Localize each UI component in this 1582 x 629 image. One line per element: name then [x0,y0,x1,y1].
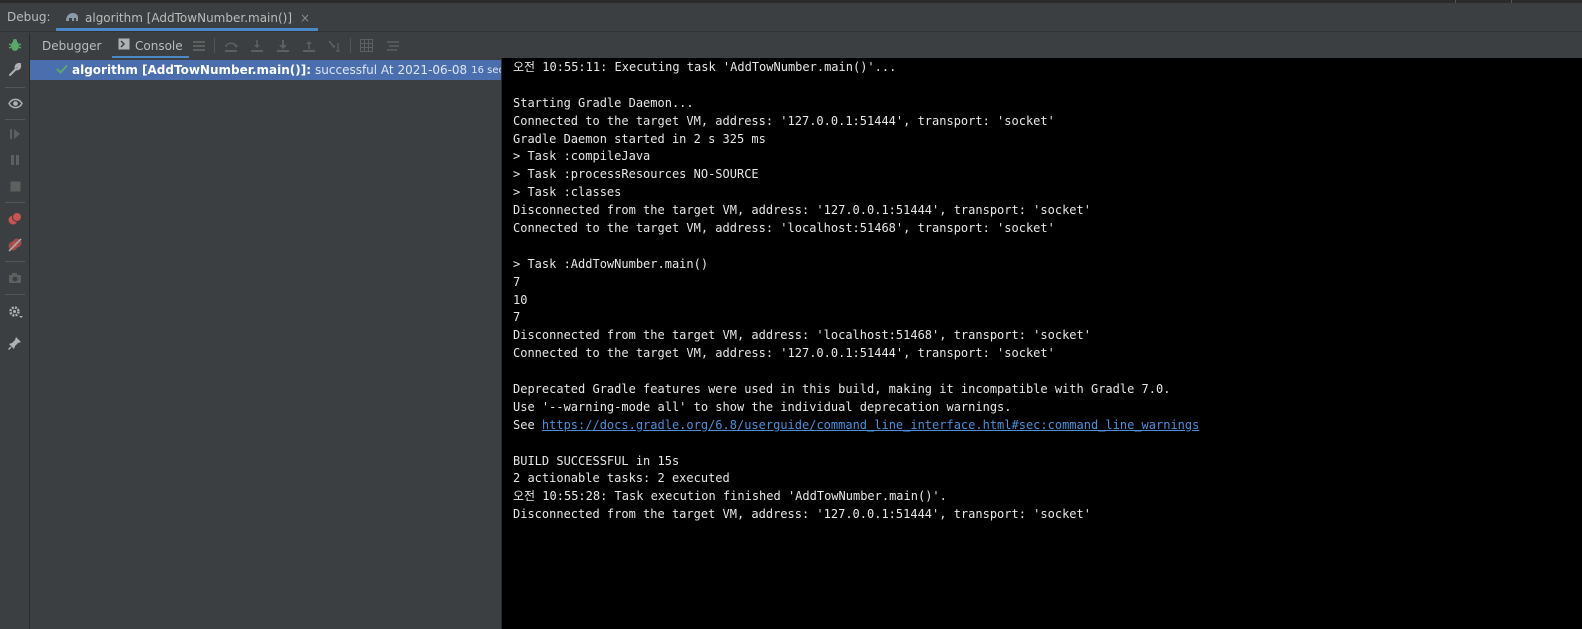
console-line: 오전 10:55:11: Executing task 'AddTowNumbe… [513,59,1582,77]
run-config-tab[interactable]: algorithm [AddTowNumber.main()] × [56,5,319,31]
console-line: Connected to the target VM, address: 'lo… [513,220,1582,238]
console-line: > Task :compileJava [513,148,1582,166]
debug-label: Debug: [7,10,51,24]
toolbar-divider [350,38,351,53]
step-over-icon[interactable] [222,37,239,54]
console-line-text: 7 [513,310,521,325]
tab-console[interactable]: Console [112,33,189,58]
console-line-text: 7 [513,274,521,289]
console-line-text: Use '--warning-mode all' to show the ind… [513,399,1012,414]
settings-icon[interactable] [6,302,24,320]
top-border [0,0,1582,3]
gradle-docs-link[interactable]: https://docs.gradle.org/6.8/userguide/co… [542,418,1199,432]
force-step-into-icon[interactable] [274,37,291,54]
console-line-text: Connected to the target VM, address: '12… [513,113,1055,128]
debugger-toolbar: Debugger Console [30,33,1582,58]
eye-icon[interactable] [6,94,24,112]
console-line: See https://docs.gradle.org/6.8/userguid… [513,417,1582,435]
console-line-text: > Task :compileJava [513,149,651,164]
console-line: Use '--warning-mode all' to show the ind… [513,399,1582,417]
debug-tab-bar: Debug: algorithm [AddTowNumber.main()] × [0,0,1582,32]
console-line: Starting Gradle Daemon... [513,95,1582,113]
mute-breakpoints-icon[interactable] [6,236,24,254]
bug-icon[interactable] [6,36,24,54]
strip-divider [5,261,25,262]
step-out-icon[interactable] [300,37,317,54]
resume-icon[interactable] [6,125,24,143]
close-icon[interactable]: × [300,11,310,25]
tab-console-label: Console [135,38,183,53]
process-tree-panel: algorithm [AddTowNumber.main()]: success… [30,58,502,629]
run-to-cursor-icon[interactable] [326,37,343,54]
console-line-text: Connected to the target VM, address: 'lo… [513,221,1055,236]
console-line: Deprecated Gradle features were used in … [513,381,1582,399]
top-divider [1511,0,1512,3]
console-line-text: > Task :AddTowNumber.main() [513,256,709,271]
top-divider [1455,0,1456,3]
step-into-icon[interactable] [248,37,265,54]
console-line: 오전 10:55:28: Task execution finished 'Ad… [513,489,947,504]
debug-actions-strip [0,33,30,629]
stop-icon[interactable] [6,177,24,195]
tree-row-name: algorithm [AddTowNumber.main()]: [72,63,312,77]
strip-divider [5,87,25,88]
active-tab-underline [56,28,319,31]
console-line: Disconnected from the target VM, address… [513,202,1582,220]
console-line: Disconnected from the target VM, address… [513,327,1582,345]
console-line-text: 10 [513,292,528,307]
console-line: Connected to the target VM, address: '12… [513,345,1582,363]
console-line: > Task :processResources NO-SOURCE [513,166,1582,184]
console-line-text: Disconnected from the target VM, address… [513,328,1091,343]
console-line-text: > Task :processResources NO-SOURCE [513,167,759,182]
tree-row-time: 16 sec, 374 ms [471,64,501,76]
toolbar-divider [214,38,215,53]
camera-icon[interactable] [6,269,24,287]
console-output[interactable]: 오전 10:55:11: Executing task 'AddTowNumbe… [502,58,1582,629]
console-lines: 오전 10:55:11: Executing task 'AddTowNumbe… [513,59,1582,524]
console-line-text: Deprecated Gradle features were used in … [513,382,1171,397]
pin-icon[interactable] [6,334,24,352]
console-line-text: > Task :classes [513,185,622,200]
console-line-text: Starting Gradle Daemon... [513,95,694,110]
console-icon [118,38,130,53]
list-icon[interactable] [190,37,207,54]
console-line: BUILD SUCCESSFUL in 15s [513,453,680,468]
run-tab-label: algorithm [AddTowNumber.main()] [85,11,293,25]
console-line: > Task :AddTowNumber.main() [513,256,1582,274]
tree-row-build[interactable]: algorithm [AddTowNumber.main()]: success… [30,60,501,80]
strip-divider [5,294,25,295]
console-line: Disconnected from the target VM, address… [513,507,1091,522]
console-line: Connected to the target VM, address: '12… [513,113,1582,131]
trace-icon[interactable] [384,37,401,54]
gradle-elephant-icon [64,11,80,26]
console-line: 2 actionable tasks: 2 executed [513,471,730,486]
console-line-text: 오전 10:55:11: Executing task 'AddTowNumbe… [513,60,897,74]
tab-debugger[interactable]: Debugger [36,33,107,58]
strip-divider [5,202,25,203]
wrench-icon[interactable] [6,61,24,79]
check-icon [56,63,68,77]
console-line: 10 [513,292,1582,310]
debug-window: Debug: algorithm [AddTowNumber.main()] × [0,0,1582,629]
tab-debugger-label: Debugger [42,38,102,53]
tree-row-status: successful At 2021-06-08 [315,63,468,77]
console-line: > Task :classes [513,184,1582,202]
console-line-text: See [513,417,542,432]
console-line: Gradle Daemon started in 2 s 325 ms [513,131,1582,149]
console-line-text: Connected to the target VM, address: '12… [513,346,1055,361]
pause-icon[interactable] [6,151,24,169]
console-line: 7 [513,309,1582,327]
view-breakpoints-icon[interactable] [6,210,24,228]
evaluate-icon[interactable] [358,37,375,54]
console-line: 7 [513,274,1582,292]
strip-divider [5,119,25,120]
console-line-text: Disconnected from the target VM, address… [513,203,1091,218]
console-line-text: Gradle Daemon started in 2 s 325 ms [513,131,766,146]
